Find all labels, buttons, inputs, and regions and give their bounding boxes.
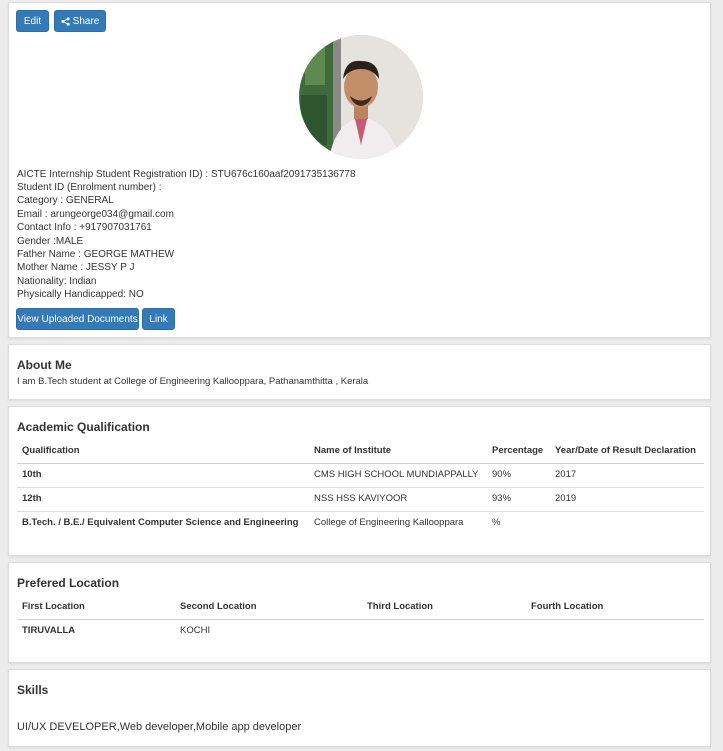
col-header-second-location: Second Location — [180, 601, 257, 612]
year-cell: 2017 — [555, 469, 577, 480]
institute-cell: College of Engineering Kallooppara — [314, 517, 464, 528]
qualification-cell: 10th — [22, 469, 42, 480]
location-title: Prefered Location — [17, 576, 120, 590]
skills-title: Skills — [17, 683, 49, 697]
col-header-qualification: Qualification — [22, 445, 80, 456]
view-uploaded-documents-label: View Uploaded Documents — [17, 313, 138, 325]
nationality: Nationality: Indian — [17, 276, 97, 287]
edit-button-label: Edit — [23, 15, 42, 27]
col-header-third-location: Third Location — [367, 601, 433, 612]
header-divider — [17, 619, 704, 620]
skills-card: Skills UI/UX DEVELOPER,Web developer,Mob… — [8, 669, 711, 747]
about-card: About Me I am B.Tech student at College … — [8, 344, 711, 400]
gender: Gender :MALE — [17, 236, 84, 247]
institute-cell: CMS HIGH SCHOOL MUNDIAPPALLY — [314, 469, 479, 480]
email: Email : arungeorge034@gmail.com — [17, 209, 174, 220]
year-cell: 2019 — [555, 493, 577, 504]
col-header-fourth-location: Fourth Location — [531, 601, 604, 612]
first-location-value: TIRUVALLA — [22, 625, 76, 636]
qualification-cell: B.Tech. / B.E./ Equivalent Computer Scie… — [22, 517, 299, 528]
percentage-cell: 93% — [492, 493, 512, 504]
edit-button[interactable]: Edit — [16, 10, 49, 32]
institute-cell: NSS HSS KAVIYOOR — [314, 493, 408, 504]
share-icon — [61, 16, 70, 26]
share-button-label: Share — [72, 15, 100, 27]
about-text: I am B.Tech student at College of Engine… — [17, 376, 369, 387]
student-id: Student ID (Enrolment number) : — [17, 182, 162, 193]
percentage-cell: % — [492, 517, 501, 528]
registration-id: AICTE Internship Student Registration ID… — [17, 169, 356, 180]
col-header-year: Year/Date of Result Declaration — [555, 445, 696, 456]
profile-card: Edit Share AICTE Internship Student Regi — [8, 2, 711, 338]
link-button-label: Link — [149, 313, 168, 325]
academic-card: Academic Qualification Qualification Nam… — [8, 406, 711, 556]
share-button[interactable]: Share — [54, 10, 106, 32]
qualification-cell: 12th — [22, 493, 42, 504]
row-divider — [17, 487, 704, 488]
contact-info: Contact Info : +917907031761 — [17, 222, 152, 233]
second-location-value: KOCHI — [180, 625, 211, 636]
physically-handicapped: Physically Handicapped: NO — [17, 289, 144, 300]
mother-name: Mother Name : JESSY P J — [17, 262, 135, 273]
skills-text: UI/UX DEVELOPER,Web developer,Mobile app… — [17, 721, 302, 733]
col-header-percentage: Percentage — [492, 445, 544, 456]
about-title: About Me — [17, 358, 72, 372]
profile-photo — [299, 35, 423, 159]
row-divider — [17, 511, 704, 512]
header-divider — [17, 463, 704, 464]
academic-title: Academic Qualification — [17, 420, 150, 434]
view-uploaded-documents-button[interactable]: View Uploaded Documents — [16, 308, 139, 330]
link-button[interactable]: Link — [142, 308, 175, 330]
col-header-institute: Name of Institute — [314, 445, 392, 456]
father-name: Father Name : GEORGE MATHEW — [17, 249, 175, 260]
percentage-cell: 90% — [492, 469, 512, 480]
col-header-first-location: First Location — [22, 601, 85, 612]
location-card: Prefered Location First Location Second … — [8, 562, 711, 663]
category: Category : GENERAL — [17, 195, 114, 206]
